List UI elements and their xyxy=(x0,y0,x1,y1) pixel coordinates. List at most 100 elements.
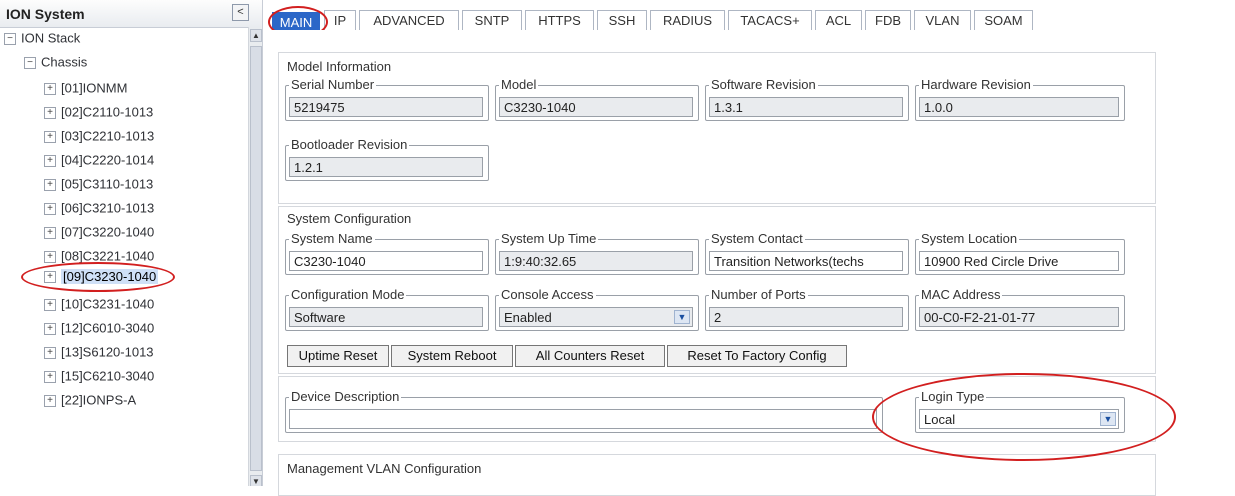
expand-toggle-icon[interactable]: + xyxy=(44,346,56,359)
field-label: Model xyxy=(499,77,539,92)
tree-title: ION System xyxy=(6,6,85,22)
tree-item[interactable]: + [05]C3110-1013 xyxy=(44,174,153,194)
tree-item-label: [06]C3210-1013 xyxy=(61,200,155,216)
tree-item[interactable]: + [01]IONMM xyxy=(44,78,127,98)
console-access-select[interactable]: Enabled ▼ xyxy=(499,307,693,327)
tree-item-label: [10]C3231-1040 xyxy=(61,296,155,312)
tab-https[interactable]: HTTPS xyxy=(525,10,594,31)
tab-ssh[interactable]: SSH xyxy=(597,10,647,31)
tree-item[interactable]: + [07]C3220-1040 xyxy=(44,222,154,242)
system-up-time-value: 1:9:40:32.65 xyxy=(499,251,693,271)
configuration-mode-field: Configuration Mode Software xyxy=(285,287,489,331)
software-revision-field: Software Revision 1.3.1 xyxy=(705,77,909,121)
tree-scrollbar[interactable]: ▲ ▼ xyxy=(248,27,262,486)
field-label: MAC Address xyxy=(919,287,1003,302)
reset-to-factory-config-button[interactable]: Reset To Factory Config xyxy=(667,345,847,367)
system-reboot-button[interactable]: System Reboot xyxy=(391,345,513,367)
tree-item-label: [03]C2210-1013 xyxy=(61,128,155,144)
expand-toggle-icon[interactable]: + xyxy=(44,202,56,215)
tab-acl[interactable]: ACL xyxy=(815,10,862,31)
device-description-field: Device Description xyxy=(285,389,883,433)
expand-toggle-icon[interactable]: + xyxy=(44,298,56,311)
tree-item[interactable]: + [04]C2220-1014 xyxy=(44,150,154,170)
tree-item-label: [22]IONPS-A xyxy=(61,392,137,408)
tree-item-label: [07]C3220-1040 xyxy=(61,224,155,240)
tab-radius[interactable]: RADIUS xyxy=(650,10,725,31)
expand-toggle-icon[interactable]: + xyxy=(44,322,56,335)
tree-node-chassis[interactable]: − Chassis xyxy=(24,52,87,72)
model-information-section: Model Information Serial Number 5219475 … xyxy=(278,52,1156,204)
tree-item[interactable]: + [22]IONPS-A xyxy=(44,390,136,410)
scroll-down-icon[interactable]: ▼ xyxy=(250,475,262,486)
serial-number-value: 5219475 xyxy=(289,97,483,117)
expand-toggle-icon[interactable]: + xyxy=(44,106,56,119)
chevron-down-icon[interactable]: ▼ xyxy=(674,310,690,324)
expand-toggle-icon[interactable]: + xyxy=(44,370,56,383)
expand-toggle-icon[interactable]: + xyxy=(44,154,56,167)
system-name-input[interactable]: C3230-1040 xyxy=(289,251,483,271)
expand-toggle-icon[interactable]: + xyxy=(44,250,56,263)
tab-tacacs[interactable]: TACACS+ xyxy=(728,10,812,31)
tree-item[interactable]: + [13]S6120-1013 xyxy=(44,342,154,362)
uptime-reset-button[interactable]: Uptime Reset xyxy=(287,345,389,367)
tab-sntp[interactable]: SNTP xyxy=(462,10,522,31)
tree-item[interactable]: + [12]C6010-3040 xyxy=(44,318,154,338)
serial-number-field: Serial Number 5219475 xyxy=(285,77,489,121)
mac-address-field: MAC Address 00-C0-F2-21-01-77 xyxy=(915,287,1125,331)
expand-toggle-icon[interactable]: + xyxy=(44,130,56,143)
system-up-time-field: System Up Time 1:9:40:32.65 xyxy=(495,231,699,275)
expand-toggle-icon[interactable]: + xyxy=(44,178,56,191)
tree-item[interactable]: + [15]C6210-3040 xyxy=(44,366,154,386)
section-title: System Configuration xyxy=(287,211,412,226)
tree-item-label: [15]C6210-3040 xyxy=(61,368,155,384)
model-value: C3230-1040 xyxy=(499,97,693,117)
annotation-circle-login-type xyxy=(872,373,1176,461)
number-of-ports-value: 2 xyxy=(709,307,903,327)
system-location-input[interactable]: 10900 Red Circle Drive xyxy=(919,251,1119,271)
navigation-tree-pane: ION System < − ION Stack − Chassis + [01]IO… xyxy=(0,0,263,486)
collapse-toggle-icon[interactable]: − xyxy=(4,32,16,45)
collapse-pane-button[interactable]: < xyxy=(232,4,249,21)
system-contact-input[interactable]: Transition Networks(techs xyxy=(709,251,903,271)
system-location-field: System Location 10900 Red Circle Drive xyxy=(915,231,1125,275)
field-label: System Name xyxy=(289,231,375,246)
tree-item-label: [12]C6010-3040 xyxy=(61,320,155,336)
number-of-ports-field: Number of Ports 2 xyxy=(705,287,909,331)
tab-ip[interactable]: IP xyxy=(324,10,356,31)
field-label: System Up Time xyxy=(499,231,599,246)
tab-advanced[interactable]: ADVANCED xyxy=(359,10,459,31)
tree-item[interactable]: + [02]C2110-1013 xyxy=(44,102,153,122)
tab-soam[interactable]: SOAM xyxy=(974,10,1033,31)
tree-item[interactable]: + [10]C3231-1040 xyxy=(44,294,154,314)
system-contact-field: System Contact Transition Networks(techs xyxy=(705,231,909,275)
tree-node-label: ION Stack xyxy=(21,30,81,46)
tab-vlan[interactable]: VLAN xyxy=(914,10,971,31)
tree-header: ION System < xyxy=(0,0,262,28)
field-label: Bootloader Revision xyxy=(289,137,410,152)
section-title: Management VLAN Configuration xyxy=(287,461,482,476)
model-field: Model C3230-1040 xyxy=(495,77,699,121)
scrollbar-thumb[interactable] xyxy=(250,46,262,471)
all-counters-reset-button[interactable]: All Counters Reset xyxy=(515,345,665,367)
scroll-up-icon[interactable]: ▲ xyxy=(250,29,262,42)
system-configuration-section: System Configuration System Name C3230-1… xyxy=(278,206,1156,374)
tree-node-label: Chassis xyxy=(41,54,88,70)
tree-item[interactable]: + [03]C2210-1013 xyxy=(44,126,154,146)
expand-toggle-icon[interactable]: + xyxy=(44,226,56,239)
tree-item-label: [02]C2110-1013 xyxy=(61,104,154,120)
field-label: Number of Ports xyxy=(709,287,808,302)
tab-fdb[interactable]: FDB xyxy=(865,10,911,31)
collapse-toggle-icon[interactable]: − xyxy=(24,56,36,69)
expand-toggle-icon[interactable]: + xyxy=(44,82,56,95)
tree-node-ion-stack[interactable]: − ION Stack xyxy=(4,28,80,48)
system-name-field: System Name C3230-1040 xyxy=(285,231,489,275)
expand-toggle-icon[interactable]: + xyxy=(44,394,56,407)
field-label: System Contact xyxy=(709,231,805,246)
bootloader-revision-value: 1.2.1 xyxy=(289,157,483,177)
annotation-circle-selected-device xyxy=(21,262,175,292)
device-description-input[interactable] xyxy=(289,409,877,429)
software-revision-value: 1.3.1 xyxy=(709,97,903,117)
field-label: Hardware Revision xyxy=(919,77,1033,92)
tree-item-label: [01]IONMM xyxy=(61,80,128,96)
tree-item[interactable]: + [06]C3210-1013 xyxy=(44,198,154,218)
